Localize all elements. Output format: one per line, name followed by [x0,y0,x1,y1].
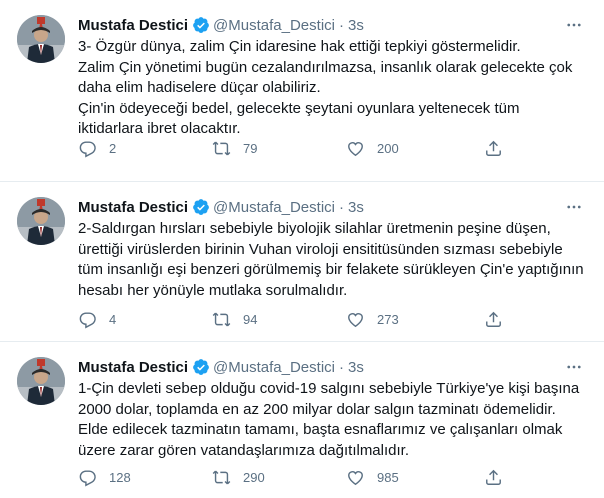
timestamp[interactable]: 3s [348,199,364,216]
user-handle[interactable]: @Mustafa_Destici [213,359,335,376]
timestamp[interactable]: 3s [348,17,364,34]
tweet-text-line: Çin'in ödeyeceği bedel, gelecekte şeytan… [78,99,520,117]
separator-dot: · [338,358,344,376]
verified-badge-icon [192,198,210,216]
separator-dot: · [338,16,344,34]
display-name[interactable]: Mustafa Destici [78,359,188,376]
tweet-header: Mustafa Destici @Mustafa_Destici · 3s [78,356,364,378]
reply-count: 4 [109,312,117,327]
tweet-text-line: hesabı her yönüyle mutlaka sorulmalıdır. [78,281,348,299]
avatar[interactable] [17,15,65,63]
tweet-text: 3- Özgür dünya, zalim Çin idaresine hak … [78,37,588,140]
retweet-button[interactable]: 94 [212,310,257,329]
timestamp[interactable]: 3s [348,359,364,376]
tweet-text-line: tüm insanlığı eşi benzeri görülmemiş bir… [78,261,584,278]
display-name[interactable]: Mustafa Destici [78,17,188,34]
tweet-header: Mustafa Destici @Mustafa_Destici · 3s [78,196,364,218]
share-button[interactable] [484,310,503,329]
tweet-text-line: Elde edilecek tazminatın tamamı, başta e… [78,421,563,438]
retweet-icon [212,141,231,156]
share-button[interactable] [484,468,503,487]
retweet-button[interactable]: 79 [212,139,257,158]
more-options-icon[interactable] [565,16,583,34]
avatar[interactable] [17,357,65,405]
like-count: 273 [377,312,399,327]
more-options-icon[interactable] [565,358,583,376]
reply-count: 2 [109,141,117,156]
retweet-icon [212,312,231,327]
tweet-text-line: daha elim hadiselere düçar olabiliriz. [78,79,321,96]
verified-badge-icon [192,358,210,376]
reply-icon [79,312,96,329]
retweet-count: 290 [243,470,265,485]
more-options-icon[interactable] [565,198,583,216]
avatar-photo [17,357,65,405]
avatar-photo [17,197,65,245]
tweet[interactable]: Mustafa Destici @Mustafa_Destici · 3s 1-… [0,342,604,498]
share-icon [486,140,501,156]
reply-icon [79,470,96,487]
tweet-text-line: 2-Saldırgan hırsları sebebiyle biyolojik… [78,220,551,237]
like-button[interactable]: 985 [346,468,399,487]
share-icon [486,469,501,485]
retweet-icon [212,470,231,485]
reply-button[interactable]: 4 [78,310,116,329]
like-button[interactable]: 273 [346,310,399,329]
tweet-text-line: 1-Çin devleti sebep olduğu covid-19 salg… [78,380,580,397]
tweet[interactable]: Mustafa Destici @Mustafa_Destici · 3s 3-… [0,0,604,182]
share-icon [486,311,501,327]
tweet-text-line: Zalim Çin yönetimi bugün cezalandırılmaz… [78,58,573,76]
user-handle[interactable]: @Mustafa_Destici [213,17,335,34]
share-button[interactable] [484,139,503,158]
like-button[interactable]: 200 [346,139,399,158]
display-name[interactable]: Mustafa Destici [78,199,188,216]
tweet-text: 1-Çin devleti sebep olduğu covid-19 salg… [78,379,588,461]
user-handle[interactable]: @Mustafa_Destici [213,199,335,216]
heart-icon [348,471,363,486]
reply-button[interactable]: 2 [78,139,116,158]
tweet-text-line: üzere zarar gören vatandaşlarımıza dağıt… [78,441,409,459]
like-count: 985 [377,470,399,485]
reply-icon [79,141,96,158]
like-count: 200 [377,141,399,156]
heart-icon [348,313,363,328]
reply-button[interactable]: 128 [78,468,131,487]
retweet-count: 94 [243,312,258,327]
tweet-text-line: 2000 dolar, toplamda en az 200 milyar do… [78,400,556,418]
retweet-count: 79 [243,141,258,156]
tweet-text: 2-Saldırgan hırsları sebebiyle biyolojik… [78,219,588,301]
retweet-button[interactable]: 290 [212,468,265,487]
heart-icon [348,142,363,157]
tweet-text-line: ürettiği virüslerden birinin Vuhan virol… [78,240,563,258]
tweet-text-line: 3- Özgür dünya, zalim Çin idaresine hak … [78,38,521,55]
verified-badge-icon [192,16,210,34]
separator-dot: · [338,198,344,216]
avatar[interactable] [17,197,65,245]
tweet-header: Mustafa Destici @Mustafa_Destici · 3s [78,14,364,36]
tweet-text-line: iktidarlara ibret olacaktır. [78,120,241,137]
tweet[interactable]: Mustafa Destici @Mustafa_Destici · 3s 2-… [0,182,604,342]
reply-count: 128 [109,470,131,485]
tweet-feed: Mustafa Destici @Mustafa_Destici · 3s 3-… [0,0,604,498]
avatar-photo [17,15,65,63]
